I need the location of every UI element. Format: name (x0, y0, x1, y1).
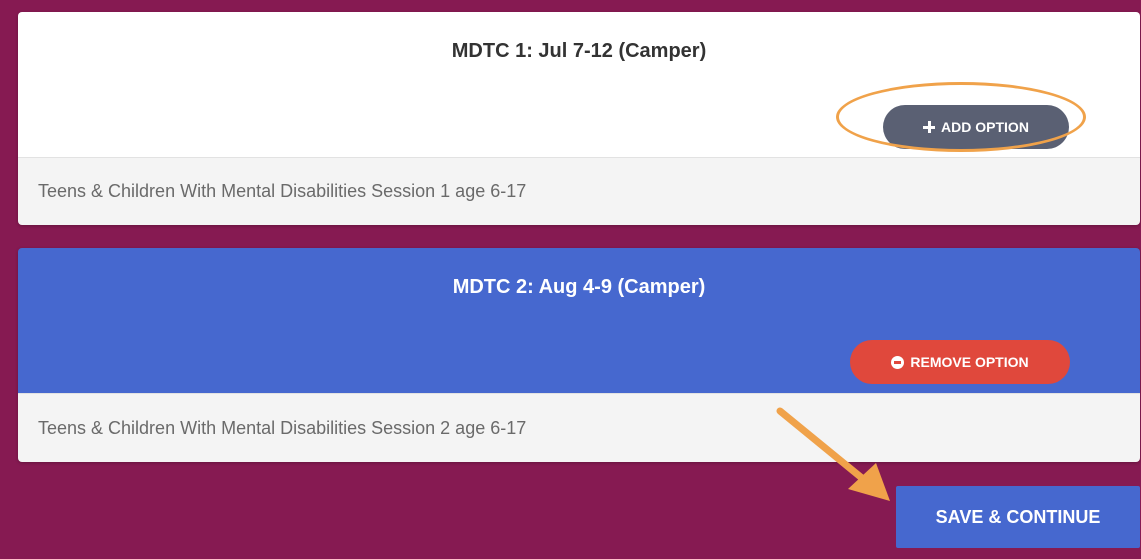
option-description: Teens & Children With Mental Disabilitie… (18, 393, 1140, 462)
add-option-label: ADD OPTION (941, 119, 1029, 135)
remove-option-label: REMOVE OPTION (910, 354, 1029, 370)
add-option-button[interactable]: ADD OPTION (883, 105, 1069, 149)
save-continue-button[interactable]: SAVE & CONTINUE (896, 486, 1140, 548)
option-title: MDTC 2: Aug 4-9 (Camper) (452, 276, 706, 298)
option-description: Teens & Children With Mental Disabilitie… (18, 157, 1140, 225)
option-card-mdtc-1: MDTC 1: Jul 7-12 (Camper) ADD OPTION Tee… (18, 12, 1140, 225)
option-card-header: MDTC 2: Aug 4-9 (Camper) REMOVE OPTION (18, 248, 1140, 393)
option-card-mdtc-2: MDTC 2: Aug 4-9 (Camper) REMOVE OPTION T… (18, 248, 1140, 462)
minus-circle-icon (891, 355, 905, 369)
plus-icon (923, 121, 936, 133)
remove-option-button[interactable]: REMOVE OPTION (850, 340, 1070, 384)
option-card-header: MDTC 1: Jul 7-12 (Camper) ADD OPTION (18, 12, 1140, 157)
option-title: MDTC 1: Jul 7-12 (Camper) (451, 40, 707, 62)
